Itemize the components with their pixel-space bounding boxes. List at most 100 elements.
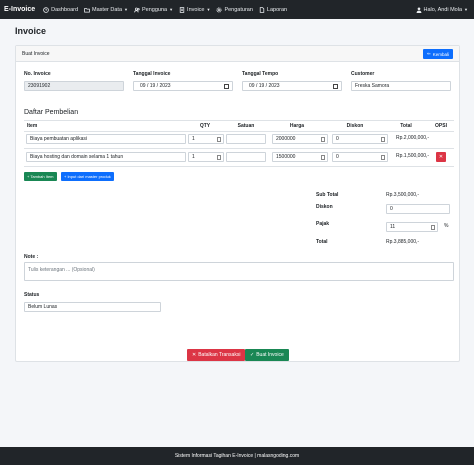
row2-qty-value: 1 [192,154,195,160]
card-header-title: Buat Invoice [22,51,50,57]
row2-qty-input[interactable]: 1 [188,152,224,162]
nav-master-data[interactable]: Master Data ▼ [84,7,128,13]
user-icon [416,6,421,13]
arrow-left-icon: ⇐ [426,51,431,56]
row2-diskon-value: 0 [336,154,339,160]
brand-logo[interactable]: E-Invoice [4,6,35,13]
nav-laporan[interactable]: Laporan [259,7,287,13]
calendar-icon[interactable] [333,84,338,89]
row2-item-value: Biaya hosting dan domain selama 1 tahun [30,154,124,160]
nav-pengguna[interactable]: Pengguna ▼ [134,7,173,13]
footer-text: Sistem Informasi Tagihan E-Invoice | mal… [174,453,300,459]
no-invoice-field: 23091902 [24,81,124,91]
summary-diskon-value: 0 [390,206,393,212]
note-textarea[interactable]: Tulis keterangan ... (Opsional) [24,262,454,281]
top-navbar: E-Invoice Dashboard Master Data ▼ Penggu… [0,0,474,19]
nav-pengaturan[interactable]: Pengaturan [216,6,253,13]
row2-item-input[interactable]: Biaya hosting dan domain selama 1 tahun [26,152,186,162]
spinner-icon[interactable] [381,137,385,142]
input-master-product-button[interactable]: + Input dari master produk [61,172,114,181]
row1-harga-value: 2000000 [276,136,296,142]
col-diskon: Diskon [326,120,384,132]
footer: Sistem Informasi Tagihan E-Invoice | mal… [0,447,474,465]
save-button-label: Buat Invoice [256,352,284,358]
total-value: Rp.3,885,000,- [386,239,420,245]
pajak-input[interactable]: 11 [386,222,438,232]
status-value: Belum Lunas [28,304,58,310]
subtotal-value: Rp.3,500,000,- [386,192,420,198]
clock-icon [43,6,49,13]
row1-satuan-input[interactable] [226,134,266,144]
nav-invoice[interactable]: Invoice ▼ [179,7,210,13]
chevron-down-icon: ▼ [124,7,128,12]
purchase-list-title: Daftar Pembelian [24,109,79,116]
calendar-icon[interactable] [224,84,229,89]
user-menu[interactable]: Halo, Andi Mola ▼ [416,0,468,19]
invoice-card: Buat Invoice ⇐ Kembali No. Invoice 23091… [15,45,460,362]
nav-pengguna-label: Pengguna [141,6,168,13]
spinner-icon[interactable] [381,155,385,160]
user-greeting: Halo, Andi Mola [423,6,463,13]
tanggal-tempo-label: Tanggal Tempo [242,71,279,77]
customer-select[interactable]: Freska Samora [351,81,451,91]
spinner-icon[interactable] [431,225,435,230]
back-button-label: Kembali [432,51,449,57]
row1-item-input[interactable]: Biaya pembuatan aplikasi [26,134,186,144]
nav-master-data-label: Master Data [92,6,123,13]
row2-total: Rp.1,500,000,- [396,153,430,159]
row2-harga-input[interactable]: 1500000 [272,152,328,162]
spinner-icon[interactable] [321,137,325,142]
pajak-value: 11 [390,224,396,230]
invoice-icon [179,6,185,13]
check-icon: ✓ [250,352,255,358]
chevron-down-icon: ▼ [169,7,174,12]
spinner-icon[interactable] [217,155,221,160]
nav-dashboard-label: Dashboard [51,6,79,13]
pajak-label: Pajak [316,221,330,227]
chevron-down-icon: ▼ [206,7,211,12]
row1-total: Rp.2,000,000,- [396,135,430,141]
create-invoice-button[interactable]: ✓ Buat Invoice [245,349,289,361]
row2-diskon-input[interactable]: 0 [332,152,388,162]
card-header: Buat Invoice ⇐ Kembali [16,46,459,62]
status-select[interactable]: Belum Lunas [24,302,161,312]
no-invoice-value: 23091902 [28,83,51,89]
status-label: Status [24,292,40,298]
no-invoice-label: No. Invoice [24,71,51,77]
col-qty: QTY [186,120,224,132]
row1-diskon-input[interactable]: 0 [332,134,388,144]
purchase-table: Item QTY Satuan Harga Diskon Total OPSI [24,120,454,132]
col-harga: Harga [268,120,326,132]
pajak-unit: % [444,223,449,229]
tanggal-invoice-value: 09 / 19 / 2023 [140,83,171,89]
note-label: Note : [24,254,39,260]
tanggal-tempo-field[interactable]: 09 / 19 / 2023 [242,81,342,91]
gear-icon [216,6,223,13]
row1-harga-input[interactable]: 2000000 [272,134,328,144]
nav-dashboard[interactable]: Dashboard [43,7,78,13]
row-divider [24,148,454,149]
add-item-button[interactable]: + Tambah Item [24,172,57,181]
tanggal-invoice-field[interactable]: 09 / 19 / 2023 [133,81,233,91]
col-opsi: OPSI [428,120,454,132]
close-icon: ✕ [192,352,197,358]
report-icon [259,6,265,13]
spinner-icon[interactable] [217,137,221,142]
row2-harga-value: 1500000 [276,154,296,160]
row2-satuan-input[interactable] [226,152,266,162]
col-item: Item [24,120,186,132]
row1-diskon-value: 0 [336,136,339,142]
cancel-transaction-button[interactable]: ✕ Batalkan Transaksi [187,349,246,361]
spinner-icon[interactable] [321,155,325,160]
col-satuan: Satuan [224,120,268,132]
delete-row-button[interactable]: ✕ [436,152,446,162]
subtotal-label: Sub Total [316,192,339,198]
col-total: Total [384,120,428,132]
customer-value: Freska Samora [355,83,390,89]
customer-label: Customer [351,71,375,77]
row1-qty-input[interactable]: 1 [188,134,224,144]
folder-icon [84,7,90,12]
diskon-label: Diskon [316,204,333,210]
summary-diskon-input[interactable]: 0 [386,204,450,214]
back-button[interactable]: ⇐ Kembali [422,49,453,59]
